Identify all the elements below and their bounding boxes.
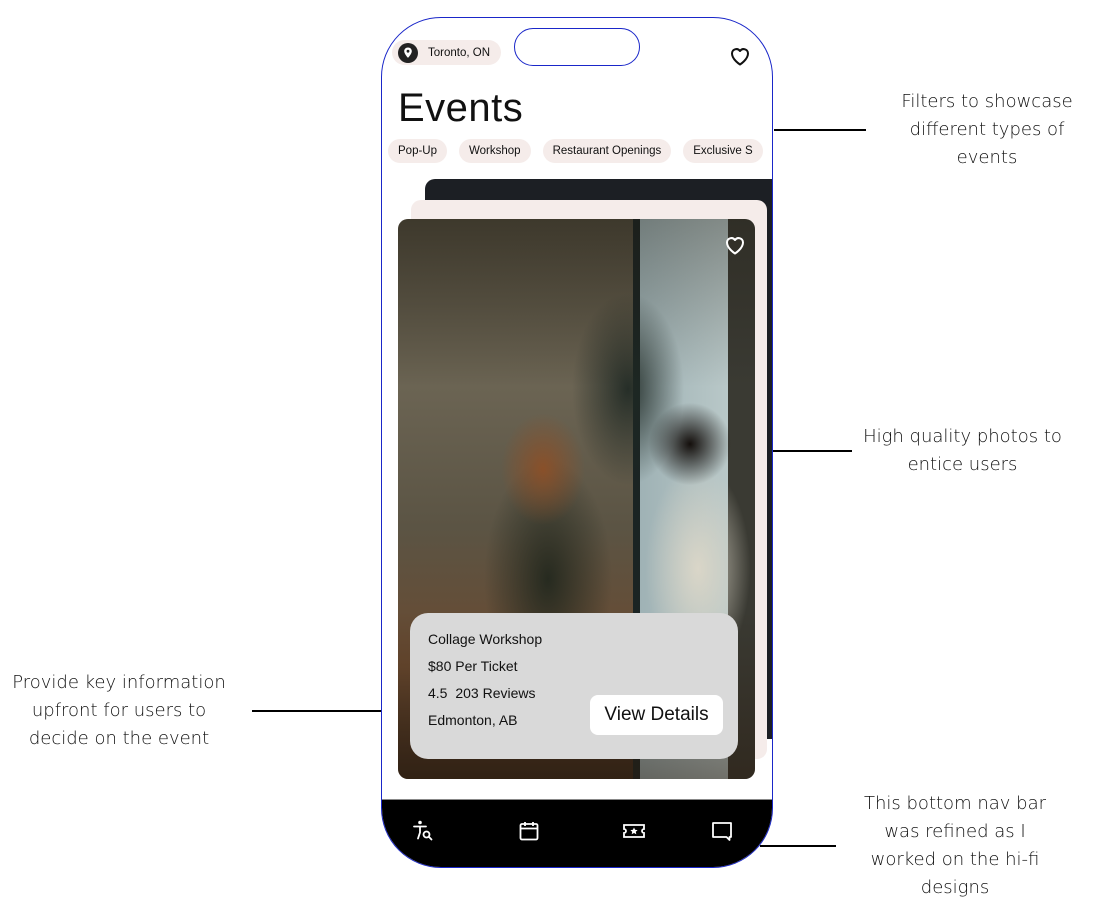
chat-icon[interactable] [709, 818, 735, 844]
explore-person-search-icon[interactable] [410, 818, 436, 844]
filter-chip-restaurant-openings[interactable]: Restaurant Openings [542, 139, 672, 163]
ticket-star-icon[interactable] [621, 818, 647, 844]
event-rating: 4.5 [428, 685, 448, 701]
annotation-line-filters [774, 129, 866, 131]
filter-chip-exclusive[interactable]: Exclusive S [683, 139, 763, 163]
favorites-heart-icon[interactable] [728, 44, 752, 68]
filter-chip-workshop[interactable]: Workshop [459, 139, 531, 163]
annotation-photos: High quality photos to entice users [863, 426, 1062, 475]
annotation-info: Provide key information upfront for user… [12, 672, 226, 749]
event-name: Collage Workshop [428, 631, 543, 647]
annotation-navbar: This bottom nav bar was refined as I wor… [864, 793, 1046, 898]
event-rating-row: 4.5 203 Reviews [428, 685, 536, 701]
bottom-nav-bar [382, 799, 772, 867]
location-selector[interactable]: Toronto, ON [392, 40, 501, 65]
location-label: Toronto, ON [428, 46, 490, 59]
phone-frame: Toronto, ON Events Pop-Up Workshop Resta… [381, 17, 773, 868]
dynamic-island [514, 28, 640, 66]
event-info-card: Collage Workshop $80 Per Ticket 4.5 203 … [410, 613, 738, 759]
event-price: $80 Per Ticket [428, 658, 518, 674]
page-title: Events [398, 86, 524, 130]
annotation-filters: Filters to showcase different types of e… [901, 91, 1073, 168]
event-reviews[interactable]: 203 Reviews [455, 685, 535, 701]
event-location: Edmonton, AB [428, 712, 518, 728]
view-details-button[interactable]: View Details [590, 695, 723, 735]
calendar-icon[interactable] [516, 818, 542, 844]
event-favorite-heart-icon[interactable] [723, 233, 747, 257]
location-pin-icon [398, 42, 418, 63]
filter-chip-pop-up[interactable]: Pop-Up [388, 139, 447, 163]
filter-chips: Pop-Up Workshop Restaurant Openings Excl… [388, 139, 763, 163]
